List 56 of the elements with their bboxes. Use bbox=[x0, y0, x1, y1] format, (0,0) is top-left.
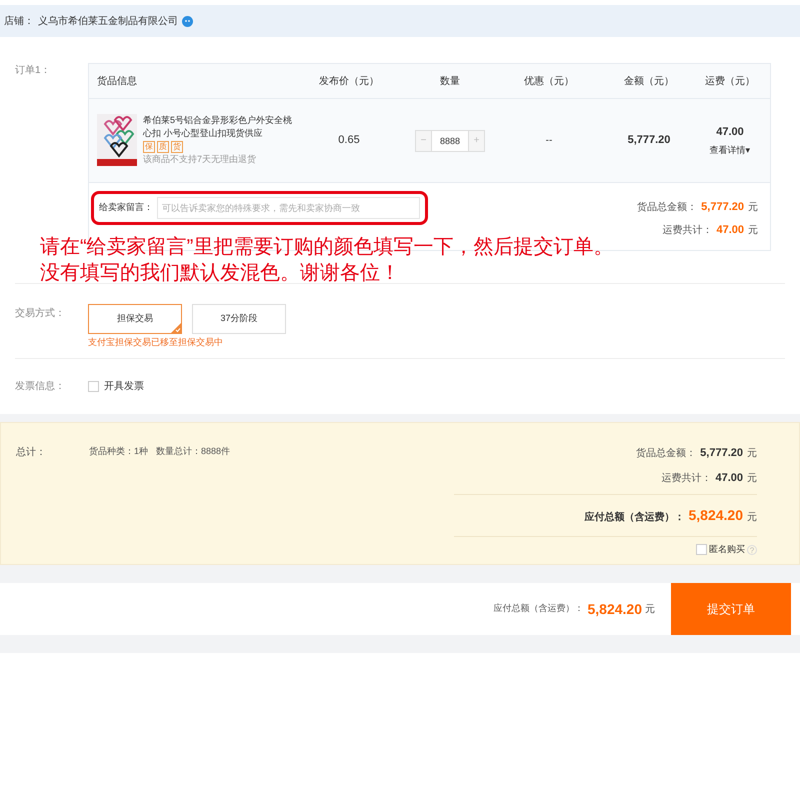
column-header: 优惠（元） bbox=[523, 74, 575, 88]
message-label: 给卖家留言： bbox=[99, 201, 153, 214]
trade-hint: 支付宝担保交易已移至担保交易中 bbox=[88, 336, 224, 349]
unit-price: 0.65 bbox=[337, 133, 361, 148]
column-header: 货品信息 bbox=[97, 74, 138, 88]
invoice-label: 发票信息： bbox=[15, 380, 66, 394]
column-header: 运费（元） bbox=[704, 74, 756, 88]
amount-label: 货品总金额： bbox=[636, 446, 696, 461]
currency-unit: 元 bbox=[748, 201, 758, 215]
currency-unit: 元 bbox=[747, 511, 757, 525]
service-badge: 质 bbox=[157, 141, 169, 154]
currency-unit: 元 bbox=[645, 602, 655, 616]
trade-option[interactable]: 37分阶段 bbox=[192, 304, 286, 334]
invoice-option: 开具发票 bbox=[104, 379, 144, 394]
discount-value: -- bbox=[544, 134, 554, 148]
chat-icon[interactable] bbox=[182, 16, 193, 26]
annotation-text: 请在“给卖家留言”里把需要订购的颜色填写一下，然后提交订单。 没有填写的我们默认发混色。谢谢各位！ bbox=[40, 235, 614, 286]
column-header: 发布价（元） bbox=[318, 74, 380, 88]
amount-label: 运费共计： bbox=[662, 224, 712, 238]
total-value: 5,824.20 bbox=[688, 506, 743, 525]
service-badge: 货 bbox=[171, 141, 183, 154]
amount-value: 47.00 bbox=[715, 470, 743, 486]
currency-unit: 元 bbox=[747, 447, 757, 461]
amount-value: 5,777.20 bbox=[701, 200, 744, 215]
order-label: 订单1： bbox=[15, 64, 52, 78]
quantity-total: 数量总计：8888件 bbox=[156, 445, 230, 458]
summary-label: 总计： bbox=[16, 446, 47, 460]
shipping-fee: 47.00 bbox=[716, 124, 744, 140]
amount-label: 运费共计： bbox=[661, 472, 712, 486]
check-corner-icon bbox=[171, 323, 181, 333]
help-icon: ? bbox=[747, 544, 757, 555]
column-header: 金额（元） bbox=[623, 74, 675, 88]
store-name: 义乌市希伯莱五金制品有限公司 bbox=[38, 14, 178, 28]
service-badge: 保 bbox=[143, 141, 155, 154]
message-field[interactable]: 可以告诉卖家您的特殊要求，需先和卖家协商一致 bbox=[157, 197, 420, 219]
amount-value: 5,777.20 bbox=[700, 446, 743, 461]
return-note: 该商品不支持7天无理由退货 bbox=[143, 153, 258, 166]
trade-option[interactable]: 担保交易 bbox=[88, 304, 182, 334]
amount-value: 47.00 bbox=[716, 222, 744, 238]
amount-value: 5,777.20 bbox=[626, 133, 672, 148]
currency-unit: 元 bbox=[748, 224, 758, 238]
trade-label: 交易方式： bbox=[15, 306, 66, 321]
anonymous-label: 匿名购买 bbox=[709, 543, 745, 556]
quantity-value: 8888 bbox=[438, 134, 462, 148]
product-title: 希伯莱5号铝合金异形彩色户外安全桃心扣 小号心型登山扣现货供应 bbox=[143, 114, 294, 140]
footer-total-label: 应付总额（含运费）： bbox=[494, 602, 584, 616]
store-label: 店铺： bbox=[4, 14, 34, 28]
amount-label: 货品总金额： bbox=[637, 200, 698, 215]
kinds-count: 货品种类：1种 bbox=[89, 445, 148, 458]
details-link[interactable]: 查看详情▾ bbox=[710, 144, 750, 158]
invoice-checkbox[interactable] bbox=[88, 381, 99, 392]
footer-total-value: 5,824.20 bbox=[588, 600, 642, 618]
currency-unit: 元 bbox=[747, 472, 757, 486]
column-header: 数量 bbox=[439, 74, 461, 88]
total-label: 应付总额（含运费）： bbox=[584, 510, 684, 525]
anonymous-checkbox[interactable] bbox=[696, 544, 707, 556]
